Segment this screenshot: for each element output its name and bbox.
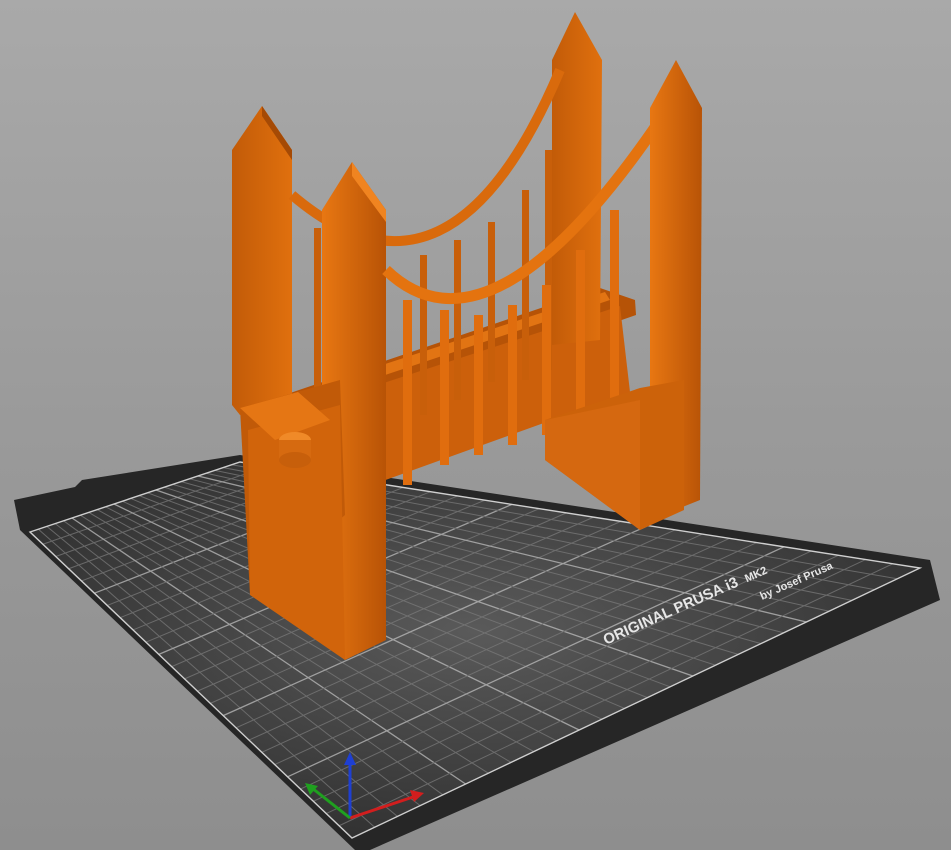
print-bed[interactable]: ORIGINAL PRUSA i3 MK2 by Josef Prusa [14, 455, 940, 850]
tower-back-left [232, 106, 292, 415]
3d-viewport[interactable]: ORIGINAL PRUSA i3 MK2 by Josef Prusa [0, 0, 951, 850]
3d-scene[interactable]: ORIGINAL PRUSA i3 MK2 by Josef Prusa [0, 0, 951, 850]
